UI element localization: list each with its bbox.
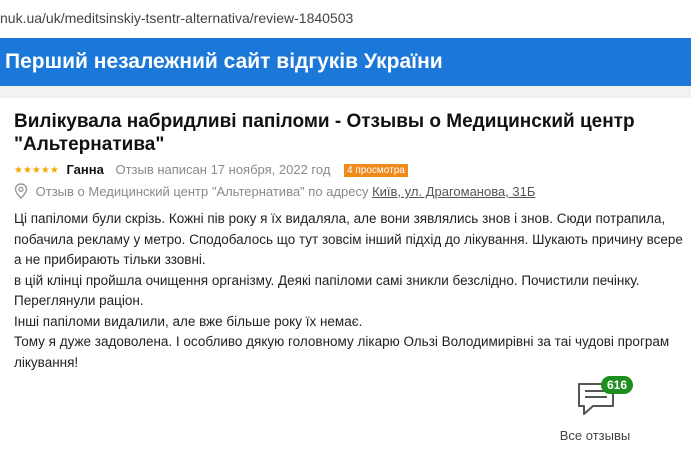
review-title-line-1: Вилікувала набридливі папіломи - Отзывы … — [14, 111, 635, 132]
review-body-line: Ці папіломи були скрізь. Кожні пів року … — [14, 211, 666, 226]
review-body-line: побачила рекламу у метро. Сподобалось що… — [14, 231, 683, 247]
location-pin-icon — [14, 183, 28, 199]
review-date: Отзыв написан 17 ноября, 2022 год — [115, 162, 331, 177]
review-meta: ★★★★★ Ганна Отзыв написан 17 ноября, 202… — [14, 162, 691, 182]
all-reviews-button[interactable]: 616 Все отзывы — [550, 376, 650, 456]
review-author[interactable]: Ганна — [66, 162, 103, 177]
address-link[interactable]: Київ, ул. Драгоманова, 31Б — [372, 184, 535, 199]
review-address: Отзыв о Медицинский центр "Альтернатива"… — [14, 183, 691, 203]
reviews-count-badge: 616 — [601, 376, 634, 394]
review-title-line-2: "Альтернатива" — [14, 134, 165, 155]
browser-address-bar[interactable]: nuk.ua/uk/meditsinskiy-tsentr-alternativ… — [0, 0, 691, 39]
review-body-line: лікування! — [14, 354, 79, 370]
review-body-line: Інші папіломи видалили, але вже більше р… — [14, 313, 363, 329]
review-body-line: а не прибирають тільки ззовні. — [14, 252, 206, 267]
review-body-line: Тому я дуже задоволена. І особливо дякую… — [14, 334, 670, 349]
site-title[interactable]: Перший незалежний сайт відгуків України — [5, 50, 443, 74]
review-body-line: Переглянули раціон. — [14, 293, 144, 308]
views-badge: 4 просмотра — [344, 164, 408, 177]
url-text[interactable]: nuk.ua/uk/meditsinskiy-tsentr-alternativ… — [0, 10, 691, 26]
review-card: Вилікувала набридливі папіломи - Отзывы … — [14, 110, 691, 373]
review-body-line: в цій клінці пройшла очищення організму.… — [14, 272, 640, 288]
rating-stars-icon: ★★★★★ — [14, 165, 59, 176]
address-label: Отзыв о Медицинский центр "Альтернатива"… — [35, 184, 369, 199]
all-reviews-label[interactable]: Все отзывы — [550, 428, 640, 443]
site-header: Перший незалежний сайт відгуків України — [0, 38, 691, 86]
review-title: Вилікувала набридливі папіломи - Отзывы … — [14, 110, 691, 156]
review-body: Ці папіломи були скрізь. Кожні пів року … — [14, 209, 691, 373]
header-divider — [0, 86, 691, 98]
